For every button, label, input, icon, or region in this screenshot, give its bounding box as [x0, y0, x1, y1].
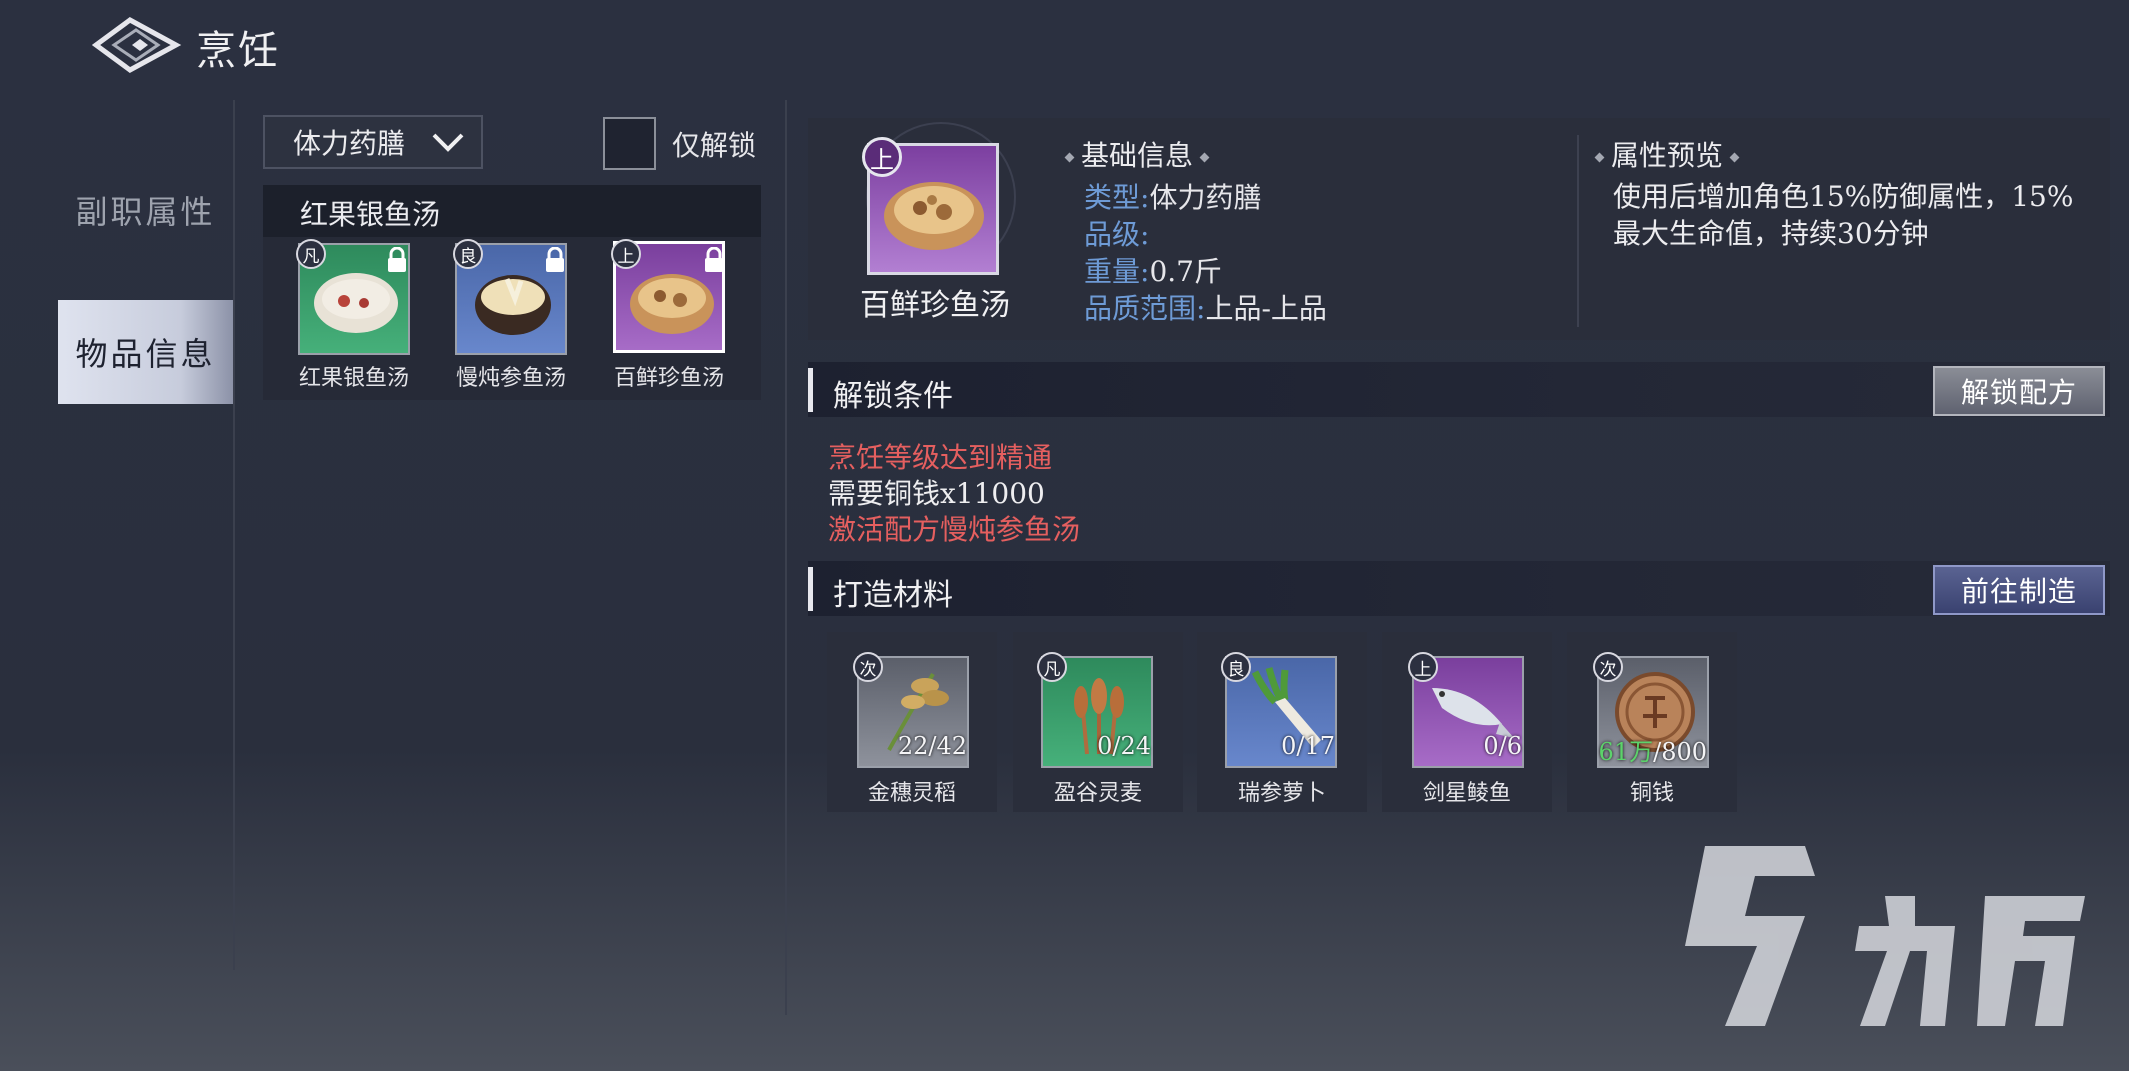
fish-soup-icon [314, 273, 398, 333]
field-grade: 品级: [1084, 218, 1150, 251]
condition-unmet: 激活配方慢炖参鱼汤 [828, 513, 1081, 546]
material-card[interactable]: 上 0/6 剑星鲮鱼 [1382, 632, 1552, 812]
grade-badge: 上 [611, 239, 641, 269]
nav-divider [233, 100, 235, 970]
unlock-section-title: 解锁条件 [833, 379, 953, 414]
material-name: 铜钱 [1629, 781, 1674, 806]
grade-badge: 凡 [296, 239, 326, 269]
lock-icon [388, 247, 406, 272]
materials-section-title: 打造材料 [833, 578, 953, 613]
field-type: 类型:体力药膳 [1084, 181, 1262, 214]
page-title: 烹饪 [196, 28, 280, 74]
material-card[interactable]: 次 22/42 金穗灵稻 [827, 632, 997, 812]
seafood-soup-icon [630, 274, 714, 334]
basic-info-title: 基础信息 [1058, 134, 1216, 174]
material-card[interactable]: 凡 0/24 盈谷灵麦 [1013, 632, 1183, 812]
material-name: 盈谷灵麦 [1053, 781, 1142, 806]
nav-item-item-info[interactable]: 物品信息 [58, 300, 233, 404]
watermark-logo [1685, 846, 2085, 1026]
item-grade-badge: 上 [862, 137, 902, 177]
condition-met: 需要铜钱x11000 [828, 477, 1045, 510]
grade-badge: 良 [1221, 652, 1251, 682]
lock-icon [546, 247, 564, 272]
material-count: 0/17 [1281, 732, 1335, 760]
grade-badge: 凡 [1037, 652, 1067, 682]
material-count: 22/42 [897, 732, 967, 760]
grade-badge: 次 [853, 652, 883, 682]
attr-description: 使用后增加角色15%防御属性，15%最大生命值，持续30分钟 [1613, 180, 2074, 250]
unlock-section-bar [808, 362, 2110, 417]
item-name: 百鲜珍鱼汤 [860, 288, 1010, 323]
material-count: 0/6 [1483, 732, 1522, 760]
material-count: 0/24 [1097, 732, 1151, 760]
lock-icon [705, 247, 723, 272]
material-name: 剑星鲮鱼 [1422, 781, 1511, 806]
material-name: 瑞参萝卜 [1237, 781, 1326, 806]
section-accent [808, 567, 813, 611]
goto-craft-button[interactable]: 前往制造 [1933, 565, 2105, 615]
material-card[interactable]: 良 0/17 瑞参萝卜 [1197, 632, 1367, 812]
diamond-back-icon[interactable] [92, 14, 184, 76]
panel-divider [785, 100, 787, 1015]
material-name: 金穗灵稻 [867, 781, 956, 806]
material-card[interactable]: 次 61万/800 铜钱 [1567, 632, 1737, 812]
grade-badge: 良 [453, 239, 483, 269]
field-weight: 重量:0.7斤 [1084, 255, 1222, 288]
nav-item-sub-profession[interactable]: 副职属性 [58, 158, 233, 262]
info-divider [1577, 135, 1579, 327]
section-accent [808, 368, 813, 412]
unlock-recipe-button[interactable]: 解锁配方 [1933, 366, 2105, 416]
category-dropdown[interactable]: 体力药膳 [263, 115, 483, 169]
attr-preview-title: 属性预览 [1588, 134, 1746, 174]
seafood-soup-icon [884, 182, 984, 250]
grade-badge: 上 [1408, 652, 1438, 682]
unlocked-only-label: 仅解锁 [672, 129, 757, 162]
recipe-name: 百鲜珍鱼汤 [613, 366, 724, 391]
recipe-group-title: 红果银鱼汤 [300, 198, 441, 231]
condition-unmet: 烹饪等级达到精通 [828, 441, 1053, 474]
material-count: 61万/800 [1598, 738, 1707, 766]
category-dropdown-value: 体力药膳 [293, 127, 406, 160]
field-quality-range: 品质范围:上品-上品 [1084, 292, 1327, 325]
grade-badge: 次 [1593, 652, 1623, 682]
materials-section-bar [808, 561, 2110, 616]
unlocked-only-checkbox[interactable] [603, 117, 656, 170]
recipe-name: 红果银鱼汤 [298, 366, 409, 391]
recipe-name: 慢炖参鱼汤 [455, 366, 566, 391]
chevron-down-icon [432, 133, 464, 152]
